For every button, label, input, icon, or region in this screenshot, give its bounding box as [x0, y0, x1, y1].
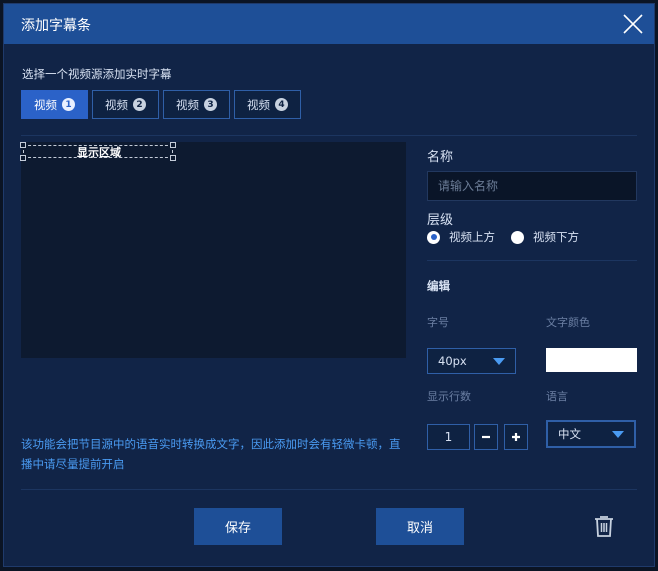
display-region-label: 显示区域 [77, 146, 121, 159]
resize-handle-bottom-right[interactable] [170, 155, 176, 161]
edit-section-label: 编辑 [427, 279, 450, 293]
tab-video-1[interactable]: 视频 1 [21, 90, 88, 119]
cancel-button[interactable]: 取消 [376, 508, 464, 545]
language-label: 语言 [546, 390, 568, 403]
dialog-titlebar: 添加字幕条 [4, 4, 654, 44]
name-input[interactable] [427, 171, 637, 201]
display-rows-label: 显示行数 [427, 390, 471, 403]
save-button[interactable]: 保存 [194, 508, 282, 545]
video-source-tabs: 视频 1 视频 2 视频 3 视频 4 [21, 90, 301, 119]
subtitle-display-region[interactable]: 显示区域 [20, 142, 176, 161]
chevron-down-icon [493, 358, 505, 365]
tab-video-4[interactable]: 视频 4 [234, 90, 301, 119]
language-value: 中文 [558, 427, 581, 441]
layer-option-below[interactable]: 视频下方 [511, 229, 579, 245]
tab-video-3[interactable]: 视频 3 [163, 90, 230, 119]
font-size-select[interactable]: 40px [427, 348, 516, 374]
tab-number-badge: 4 [275, 98, 288, 111]
radio-unchecked-icon [511, 230, 524, 244]
resize-handle-top-left[interactable] [20, 142, 26, 148]
text-color-swatch[interactable] [546, 348, 637, 372]
add-subtitle-dialog: 添加字幕条 选择一个视频源添加实时字幕 视频 1 视频 2 视频 3 视频 4 … [3, 3, 655, 567]
text-color-label: 文字颜色 [546, 316, 590, 329]
source-select-hint: 选择一个视频源添加实时字幕 [22, 67, 172, 81]
radio-checked-icon [427, 230, 440, 244]
layer-radio-group: 视频上方 视频下方 [427, 229, 595, 245]
layer-option-label: 视频下方 [533, 230, 579, 244]
tab-label: 视频 [105, 97, 128, 112]
increment-button[interactable] [504, 424, 528, 450]
tab-label: 视频 [176, 97, 199, 112]
tab-label: 视频 [247, 97, 270, 112]
close-icon[interactable] [622, 13, 644, 35]
minus-icon [482, 435, 490, 439]
display-rows-value[interactable]: 1 [427, 424, 470, 450]
resize-handle-top-right[interactable] [170, 142, 176, 148]
tab-label: 视频 [34, 97, 57, 112]
divider [21, 489, 637, 490]
dialog-title: 添加字幕条 [21, 18, 91, 34]
layer-option-above[interactable]: 视频上方 [427, 229, 495, 245]
video-preview: 显示区域 [20, 142, 406, 358]
trash-icon[interactable] [593, 514, 615, 538]
decrement-button[interactable] [474, 424, 498, 450]
name-label: 名称 [427, 150, 454, 165]
latency-notice: 该功能会把节目源中的语音实时转换成文字，因此添加时会有轻微卡顿，直播中请尽量提前… [21, 437, 401, 471]
divider [21, 135, 637, 136]
tab-number-badge: 1 [62, 98, 75, 111]
font-size-label: 字号 [427, 316, 449, 329]
tab-number-badge: 2 [133, 98, 146, 111]
font-size-value: 40px [438, 354, 467, 368]
layer-option-label: 视频上方 [449, 230, 495, 244]
plus-icon [512, 433, 520, 441]
resize-handle-bottom-left[interactable] [20, 155, 26, 161]
layer-label: 层级 [427, 213, 454, 228]
tab-number-badge: 3 [204, 98, 217, 111]
divider [427, 260, 637, 261]
language-select[interactable]: 中文 [546, 420, 636, 448]
chevron-down-icon [612, 431, 624, 438]
tab-video-2[interactable]: 视频 2 [92, 90, 159, 119]
